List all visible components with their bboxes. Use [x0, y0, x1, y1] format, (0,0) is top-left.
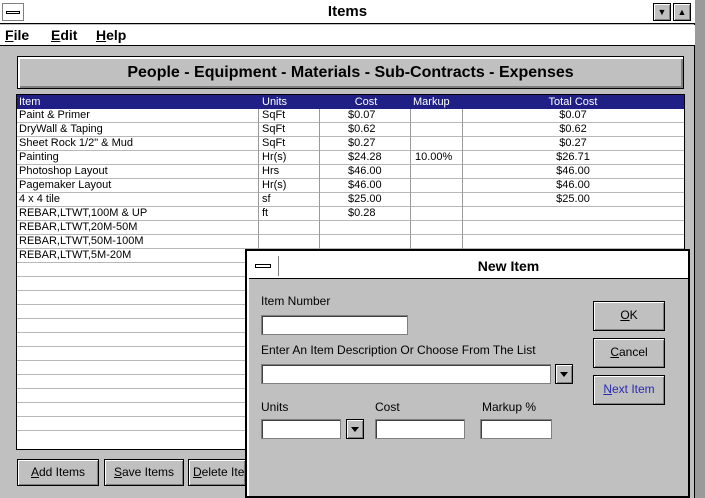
- title-bar[interactable]: Items ▼ ▲: [0, 0, 695, 24]
- cancel-button[interactable]: Cancel: [593, 338, 665, 368]
- cost-input[interactable]: [375, 419, 465, 439]
- cell-item: DryWall & Taping: [19, 123, 103, 135]
- cell-markup: [413, 137, 463, 150]
- cell-item: Photoshop Layout: [19, 165, 108, 177]
- table-row[interactable]: Photoshop Layout Hrs $46.00 $46.00: [17, 165, 684, 179]
- cell-item: REBAR,LTWT,50M-100M: [19, 235, 144, 247]
- minimize-icon[interactable]: ▼: [653, 3, 671, 21]
- window-title: Items: [327, 3, 368, 20]
- cell-total-cost: [463, 207, 683, 220]
- cell-item: Painting: [19, 151, 59, 163]
- cell-units: Hr(s): [262, 151, 287, 163]
- menu-bar: File Edit Help: [0, 25, 695, 46]
- markup-label: Markup %: [482, 400, 537, 414]
- cell-units: SqFt: [262, 137, 286, 149]
- description-label: Enter An Item Description Or Choose From…: [261, 343, 536, 357]
- table-row[interactable]: Pagemaker Layout Hr(s) $46.00 $46.00: [17, 179, 684, 193]
- cell-units: sf: [262, 193, 271, 205]
- cell-total-cost: $0.27: [559, 137, 587, 149]
- cell-total-cost: $25.00: [556, 193, 590, 205]
- cell-markup: 10.00%: [415, 151, 453, 163]
- cell-markup: [413, 235, 463, 248]
- cell-units: Hrs: [262, 165, 280, 177]
- table-row[interactable]: REBAR,LTWT,100M & UP ft $0.28: [17, 207, 684, 221]
- table-row[interactable]: Painting Hr(s) $24.28 10.00% $26.71: [17, 151, 684, 165]
- cell-total-cost: $0.62: [559, 123, 587, 135]
- cell-markup: [413, 179, 463, 192]
- table-row[interactable]: 4 x 4 tile sf $25.00 $25.00: [17, 193, 684, 207]
- grid-header: Item Units Cost Markup Total Cost: [17, 95, 684, 109]
- units-combobox[interactable]: [261, 419, 341, 439]
- chevron-down-icon[interactable]: [555, 364, 573, 384]
- category-banner-button[interactable]: People - Equipment - Materials - Sub-Con…: [17, 56, 684, 89]
- chevron-down-icon[interactable]: [346, 419, 364, 439]
- cell-units: SqFt: [262, 123, 286, 135]
- maximize-icon[interactable]: ▲: [673, 3, 691, 21]
- table-row[interactable]: Sheet Rock 1/2" & Mud SqFt $0.27 $0.27: [17, 137, 684, 151]
- cell-markup: [413, 165, 463, 178]
- description-combobox[interactable]: [261, 364, 551, 384]
- delete-items-button[interactable]: Delete Ite: [188, 459, 246, 486]
- cell-item: Paint & Primer: [19, 109, 90, 121]
- dialog-title: New Item: [477, 258, 540, 274]
- cell-markup: [413, 221, 463, 234]
- item-number-input[interactable]: [261, 315, 408, 335]
- cell-item: Sheet Rock 1/2" & Mud: [19, 137, 133, 149]
- cell-total-cost: $26.71: [556, 151, 590, 163]
- cost-label: Cost: [375, 400, 400, 414]
- cell-markup: [413, 193, 463, 206]
- menu-edit[interactable]: Edit: [51, 27, 77, 43]
- cell-units: [262, 235, 318, 248]
- menu-file[interactable]: File: [5, 27, 29, 43]
- cell-units: ft: [262, 207, 269, 219]
- cell-item: REBAR,LTWT,5M-20M: [19, 249, 132, 261]
- add-items-button[interactable]: Add Items: [17, 459, 99, 486]
- cell-units: [262, 221, 318, 234]
- cell-markup: [413, 207, 463, 220]
- cell-item: 4 x 4 tile: [19, 193, 60, 205]
- cell-total-cost: [463, 235, 683, 248]
- item-number-label: Item Number: [261, 294, 331, 308]
- table-row[interactable]: REBAR,LTWT,50M-100M: [17, 235, 684, 249]
- cell-markup: [413, 109, 463, 122]
- column-header-markup[interactable]: Markup: [413, 95, 450, 109]
- table-row[interactable]: Paint & Primer SqFt $0.07 $0.07: [17, 109, 684, 123]
- cell-total-cost: $0.07: [559, 109, 587, 121]
- dialog-title-bar[interactable]: New Item: [249, 253, 688, 279]
- menu-help[interactable]: Help: [96, 27, 126, 43]
- ok-button[interactable]: OK: [593, 301, 665, 331]
- cell-units: SqFt: [262, 109, 286, 121]
- table-row[interactable]: REBAR,LTWT,20M-50M: [17, 221, 684, 235]
- markup-input[interactable]: [480, 419, 552, 439]
- cell-item: REBAR,LTWT,100M & UP: [19, 207, 148, 219]
- column-header-units[interactable]: Units: [262, 95, 287, 109]
- cell-units: Hr(s): [262, 179, 287, 191]
- save-items-button[interactable]: Save Items: [104, 459, 184, 486]
- column-header-cost[interactable]: Cost: [322, 95, 410, 109]
- new-item-dialog: New Item Item Number Enter An Item Descr…: [245, 249, 690, 498]
- cell-item: REBAR,LTWT,20M-50M: [19, 221, 138, 233]
- cell-total-cost: $46.00: [556, 179, 590, 191]
- column-header-item[interactable]: Item: [19, 95, 40, 109]
- cell-item: Pagemaker Layout: [19, 179, 112, 191]
- cell-total-cost: [463, 221, 683, 234]
- cell-markup: [413, 123, 463, 136]
- table-row[interactable]: DryWall & Taping SqFt $0.62 $0.62: [17, 123, 684, 137]
- next-item-button[interactable]: Next Item: [593, 375, 665, 405]
- units-label: Units: [261, 400, 289, 414]
- cell-total-cost: $46.00: [556, 165, 590, 177]
- column-header-total-cost[interactable]: Total Cost: [463, 95, 683, 109]
